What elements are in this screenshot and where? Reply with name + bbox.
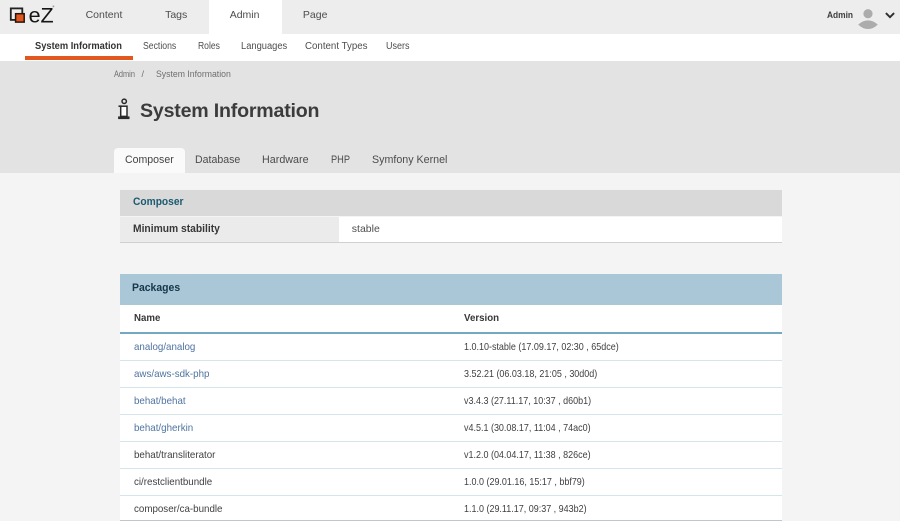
svg-text:eZ: eZ: [29, 3, 54, 26]
